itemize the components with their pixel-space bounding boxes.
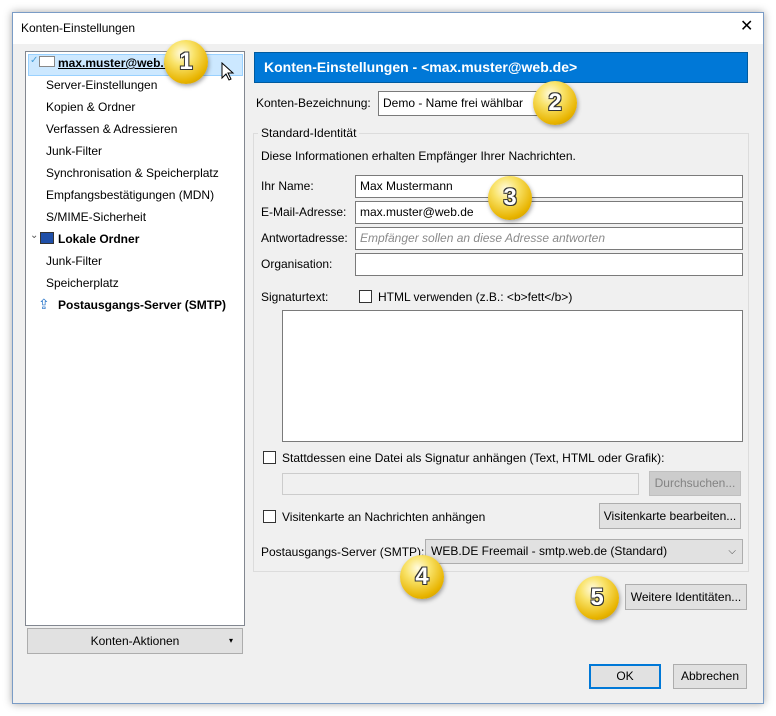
- window-title: Konten-Einstellungen: [21, 21, 136, 35]
- tree-item-server-settings[interactable]: Server-Einstellungen: [46, 75, 157, 95]
- tree-item-receipts[interactable]: Empfangsbestätigungen (MDN): [46, 185, 214, 205]
- name-input[interactable]: Max Mustermann: [355, 175, 743, 198]
- tree-item-junk-filter[interactable]: Junk-Filter: [46, 141, 102, 161]
- account-actions-button[interactable]: Konten-Aktionen ▾: [27, 628, 243, 654]
- tree-item-sync-storage[interactable]: Synchronisation & Speicherplatz: [46, 163, 219, 183]
- chevron-down-icon[interactable]: ✓: [30, 55, 38, 66]
- close-icon[interactable]: ✕: [740, 16, 753, 36]
- signature-textarea[interactable]: [282, 310, 743, 442]
- smtp-select[interactable]: WEB.DE Freemail - smtp.web.de (Standard)…: [425, 539, 743, 564]
- cancel-button[interactable]: Abbrechen: [673, 664, 747, 689]
- smtp-select-value: WEB.DE Freemail - smtp.web.de (Standard): [431, 544, 668, 558]
- tree-item-local-storage[interactable]: Speicherplatz: [46, 273, 119, 293]
- signature-file-checkbox[interactable]: [263, 451, 276, 464]
- tree-item-smtp[interactable]: Postausgangs-Server (SMTP): [58, 295, 226, 315]
- email-label: E-Mail-Adresse:: [261, 205, 347, 219]
- html-checkbox-label: HTML verwenden (z.B.: <b>fett</b>): [378, 290, 573, 304]
- signature-file-label: Stattdessen eine Datei als Signatur anhä…: [282, 451, 665, 465]
- page-header: Konten-Einstellungen - <max.muster@web.d…: [254, 52, 748, 83]
- callout-badge-1: 1: [164, 40, 208, 84]
- ok-button[interactable]: OK: [589, 664, 661, 689]
- callout-badge-2: 2: [533, 81, 577, 125]
- tree-item-smime[interactable]: S/MIME-Sicherheit: [46, 207, 146, 227]
- signature-label: Signaturtext:: [261, 290, 329, 304]
- reply-input[interactable]: Empfänger sollen an diese Adresse antwor…: [355, 227, 743, 250]
- edit-vcard-button[interactable]: Visitenkarte bearbeiten...: [599, 503, 741, 529]
- org-label: Organisation:: [261, 257, 333, 271]
- signature-file-input: [282, 473, 639, 495]
- email-input[interactable]: max.muster@web.de: [355, 201, 743, 224]
- callout-badge-4: 4: [400, 555, 444, 599]
- mouse-cursor-icon: [221, 62, 235, 81]
- identity-info: Diese Informationen erhalten Empfänger I…: [261, 149, 576, 163]
- callout-badge-3: 3: [488, 176, 532, 220]
- account-tree[interactable]: ✓ max.muster@web.de Server-Einstellungen…: [25, 51, 245, 626]
- tree-item-composition[interactable]: Verfassen & Adressieren: [46, 119, 177, 139]
- tree-item-copies-folders[interactable]: Kopien & Ordner: [46, 97, 135, 117]
- tree-item-account[interactable]: max.muster@web.de: [58, 53, 178, 73]
- dropdown-arrow-icon: ▾: [228, 636, 233, 645]
- tree-item-local-folders[interactable]: Lokale Ordner: [58, 229, 139, 249]
- html-checkbox[interactable]: [359, 290, 372, 303]
- vcard-checkbox[interactable]: [263, 510, 276, 523]
- browse-button: Durchsuchen...: [649, 471, 741, 496]
- org-input[interactable]: [355, 253, 743, 276]
- more-identities-button[interactable]: Weitere Identitäten...: [625, 584, 747, 610]
- computer-icon: [40, 232, 54, 244]
- chevron-down-icon: ⌵: [728, 546, 736, 557]
- account-actions-label: Konten-Aktionen: [90, 634, 180, 648]
- identity-group-label: Standard-Identität: [258, 126, 360, 140]
- reply-label: Antwortadresse:: [261, 231, 348, 245]
- vcard-checkbox-label: Visitenkarte an Nachrichten anhängen: [282, 510, 486, 524]
- tree-item-local-junk[interactable]: Junk-Filter: [46, 251, 102, 271]
- callout-badge-5: 5: [575, 576, 619, 620]
- smtp-label: Postausgangs-Server (SMTP):: [261, 545, 425, 559]
- account-name-label: Konten-Bezeichnung:: [256, 96, 371, 110]
- name-label: Ihr Name:: [261, 179, 314, 193]
- envelope-icon: [39, 56, 55, 67]
- chevron-down-icon[interactable]: ⌄: [30, 230, 38, 241]
- outgoing-server-icon: ⇪: [38, 296, 50, 312]
- account-name-input[interactable]: Demo - Name frei wählbar: [378, 91, 558, 116]
